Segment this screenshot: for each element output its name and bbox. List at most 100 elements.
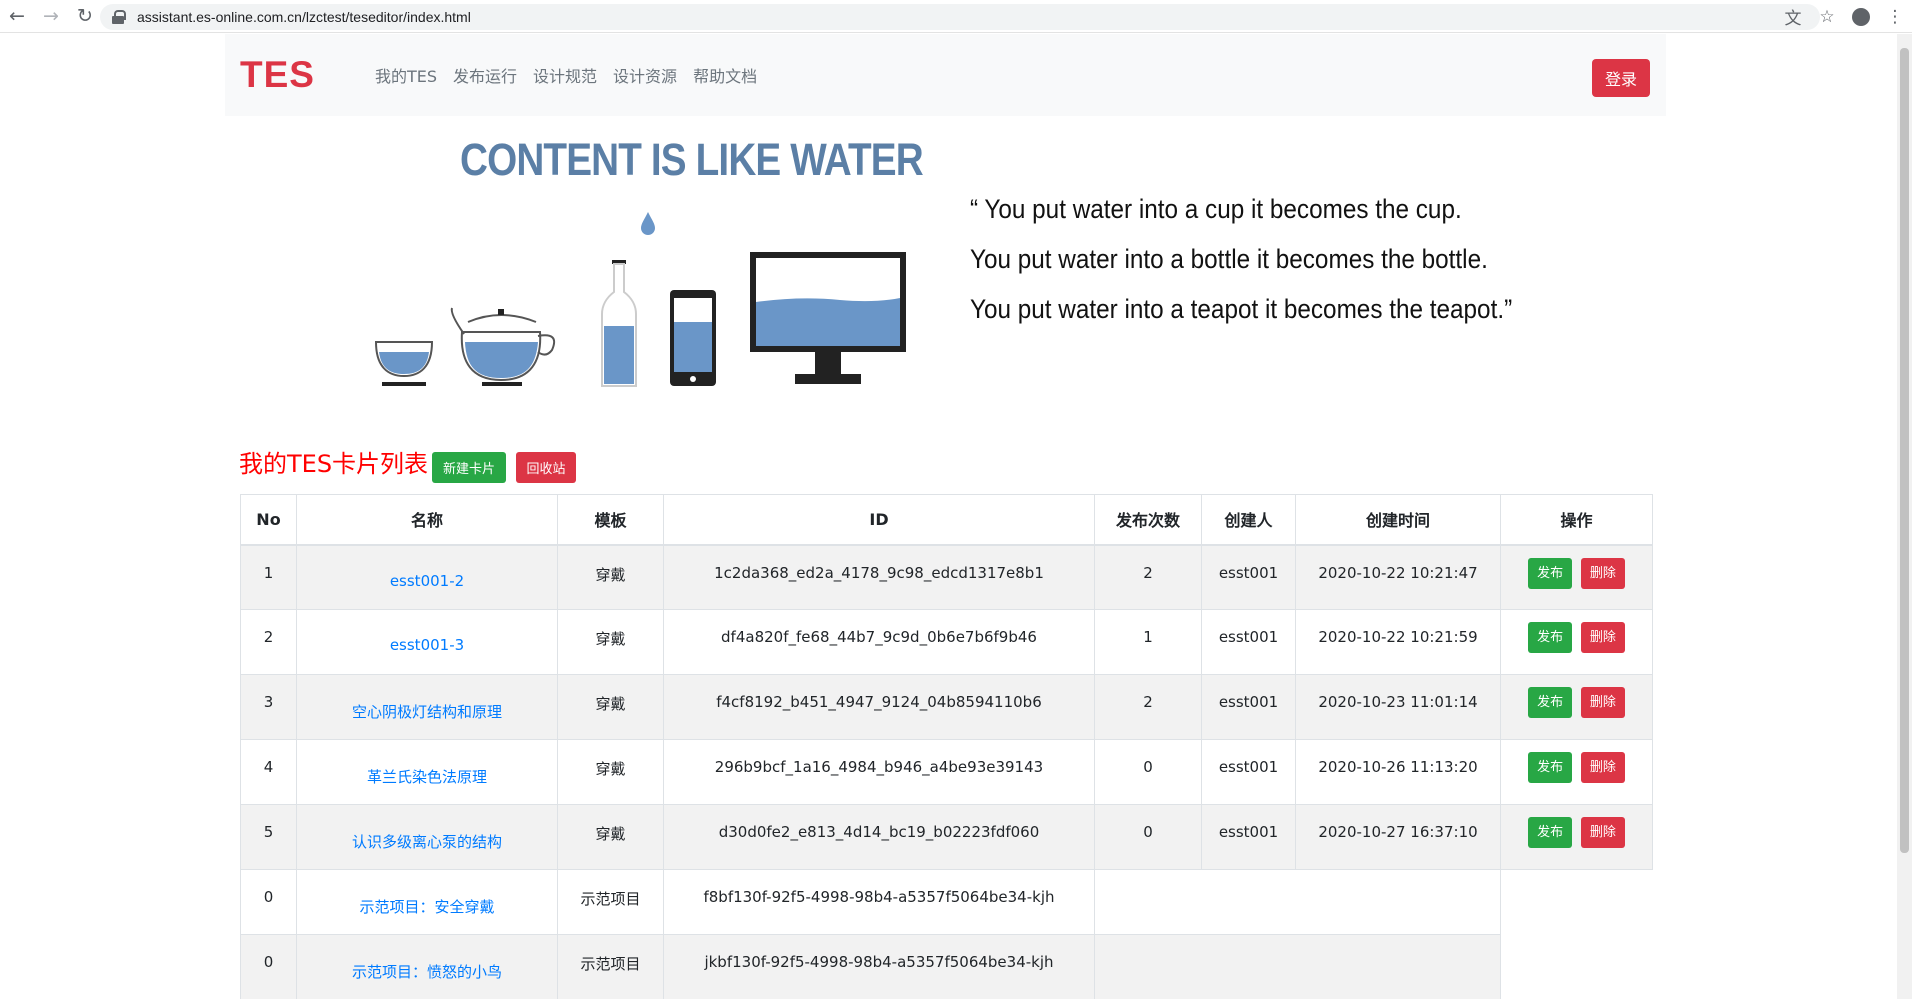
publish-button[interactable]: 发布 [1528,817,1573,848]
nav-my-tes[interactable]: 我的TES [375,63,437,87]
cell-created-time: 2020-10-22 10:21:59 [1295,609,1501,675]
card-name-link[interactable]: 空心阴极灯结构和原理 [296,674,558,740]
hero-title: CONTENT IS LIKE WATER [460,134,924,185]
delete-button[interactable]: 删除 [1580,817,1625,848]
nav-design-spec[interactable]: 设计规范 [533,63,597,87]
quote-line: You put water into a teapot it becomes t… [970,294,1513,324]
cell-template: 穿戴 [557,739,664,805]
cell-id: jkbf130f-92f5-4998-98b4-a5357f5064be34-k… [663,934,1095,999]
column-header: 创建人 [1201,494,1296,546]
table-header-row: No 名称 模板 ID 发布次数 创建人 创建时间 操作 [240,494,1653,546]
scrollbar-thumb[interactable] [1900,48,1909,853]
column-header: 创建时间 [1295,494,1501,546]
column-header: ID [663,494,1095,546]
translate-icon[interactable]: 文 [1776,4,1810,29]
publish-button[interactable]: 发布 [1528,752,1573,783]
brand-logo[interactable]: TES [240,54,315,96]
cell-empty [1501,935,1653,999]
demo-name-link[interactable]: 示范项目：愤怒的小鸟 [296,934,558,999]
table-row: 1 esst001-2 穿戴 1c2da368_ed2a_4178_9c98_e… [240,544,1653,610]
top-navbar: TES 我的TES 发布运行 设计规范 设计资源 帮助文档 登录 [225,34,1666,116]
cell-publish-count: 1 [1094,609,1202,675]
cell-created-time: 2020-10-26 11:13:20 [1295,739,1501,805]
cell-publish-count: 0 [1094,739,1202,805]
cell-blank [1094,869,1501,935]
column-header: 发布次数 [1094,494,1202,546]
cell-actions: 发布 删除 [1500,739,1653,805]
cell-template: 穿戴 [557,674,664,740]
address-bar[interactable]: assistant.es-online.com.cn/lzctest/tesed… [100,4,1820,30]
nav-help-docs[interactable]: 帮助文档 [693,63,757,87]
bookmark-star-icon[interactable]: ☆ [1810,7,1844,27]
publish-button[interactable]: 发布 [1528,557,1573,589]
nav-design-resources[interactable]: 设计资源 [613,63,677,87]
page-content: TES 我的TES 发布运行 设计规范 设计资源 帮助文档 登录 CONTENT… [0,34,1897,999]
cell-no: 2 [240,609,297,675]
cell-publish-count: 0 [1094,804,1202,870]
card-name-link[interactable]: esst001-2 [296,544,558,610]
reload-icon[interactable]: ↻ [68,0,102,33]
forward-icon[interactable]: → [34,0,68,33]
delete-button[interactable]: 删除 [1580,622,1625,653]
nav-publish-run[interactable]: 发布运行 [453,63,517,87]
column-header: 模板 [557,494,664,546]
card-name-link[interactable]: esst001-3 [296,609,558,675]
card-name-link[interactable]: 认识多级离心泵的结构 [296,804,558,870]
cell-id: 1c2da368_ed2a_4178_9c98_edcd1317e8b1 [663,544,1095,610]
cell-created-time: 2020-10-22 10:21:47 [1295,544,1501,610]
table-row: 4 革兰氏染色法原理 穿戴 296b9bcf_1a16_4984_b946_a4… [240,739,1653,805]
card-name-link[interactable]: 革兰氏染色法原理 [296,739,558,805]
cell-empty [1501,870,1653,935]
demo-table-row: 0 示范项目：安全穿戴 示范项目 f8bf130f-92f5-4998-98b4… [240,869,1653,935]
profile-icon[interactable] [1844,7,1878,27]
publish-button[interactable]: 发布 [1528,687,1573,718]
publish-button[interactable]: 发布 [1528,622,1573,653]
browser-toolbar: ← → ↻ assistant.es-online.com.cn/lzctest… [0,0,1912,33]
cell-creator: esst001 [1201,739,1296,805]
cell-id: f4cf8192_b451_4947_9124_04b8594110b6 [663,674,1095,740]
cell-creator: esst001 [1201,674,1296,740]
column-header: 操作 [1500,494,1653,546]
cell-created-time: 2020-10-27 16:37:10 [1295,804,1501,870]
water-vessels-illustration [374,212,906,387]
cell-actions: 发布 删除 [1500,544,1653,610]
menu-icon[interactable]: ⋮ [1878,7,1912,27]
cell-publish-count: 2 [1094,674,1202,740]
cell-creator: esst001 [1201,609,1296,675]
recycle-bin-button[interactable]: 回收站 [516,452,576,483]
cell-actions: 发布 删除 [1500,804,1653,870]
cell-id: d30d0fe2_e813_4d14_bc19_b02223fdf060 [663,804,1095,870]
cell-id: f8bf130f-92f5-4998-98b4-a5357f5064be34-k… [663,869,1095,935]
url-text[interactable]: assistant.es-online.com.cn/lzctest/tesed… [137,9,471,25]
cell-created-time: 2020-10-23 11:01:14 [1295,674,1501,740]
quote-line: You put water into a bottle it becomes t… [970,244,1488,274]
quote-line: “ You put water into a cup it becomes th… [970,194,1462,224]
cell-id: df4a820f_fe68_44b7_9c9d_0b6e7b6f9b46 [663,609,1095,675]
table-row: 3 空心阴极灯结构和原理 穿戴 f4cf8192_b451_4947_9124_… [240,674,1653,740]
card-table: No 名称 模板 ID 发布次数 创建人 创建时间 操作 1 esst001-2… [240,494,1653,999]
login-button[interactable]: 登录 [1592,59,1650,97]
demo-name-link[interactable]: 示范项目：安全穿戴 [296,869,558,935]
cell-no: 5 [240,804,297,870]
cell-no: 4 [240,739,297,805]
page-scrollbar[interactable] [1897,34,1912,999]
cell-template: 穿戴 [557,544,664,610]
new-card-button[interactable]: 新建卡片 [432,452,506,483]
delete-button[interactable]: 删除 [1580,687,1625,718]
lock-icon [112,10,126,24]
cell-no: 0 [240,869,297,935]
table-row: 5 认识多级离心泵的结构 穿戴 d30d0fe2_e813_4d14_bc19_… [240,804,1653,870]
cell-no: 3 [240,674,297,740]
cell-creator: esst001 [1201,804,1296,870]
table-row: 2 esst001-3 穿戴 df4a820f_fe68_44b7_9c9d_0… [240,609,1653,675]
cell-actions: 发布 删除 [1500,609,1653,675]
column-header: No [240,494,297,546]
delete-button[interactable]: 删除 [1580,557,1625,589]
back-icon[interactable]: ← [0,0,34,33]
cell-no: 1 [240,544,297,610]
cell-actions: 发布 删除 [1500,674,1653,740]
cell-template: 示范项目 [557,934,664,999]
demo-table-row: 0 示范项目：愤怒的小鸟 示范项目 jkbf130f-92f5-4998-98b… [240,934,1653,999]
cell-template: 穿戴 [557,609,664,675]
delete-button[interactable]: 删除 [1580,752,1625,783]
